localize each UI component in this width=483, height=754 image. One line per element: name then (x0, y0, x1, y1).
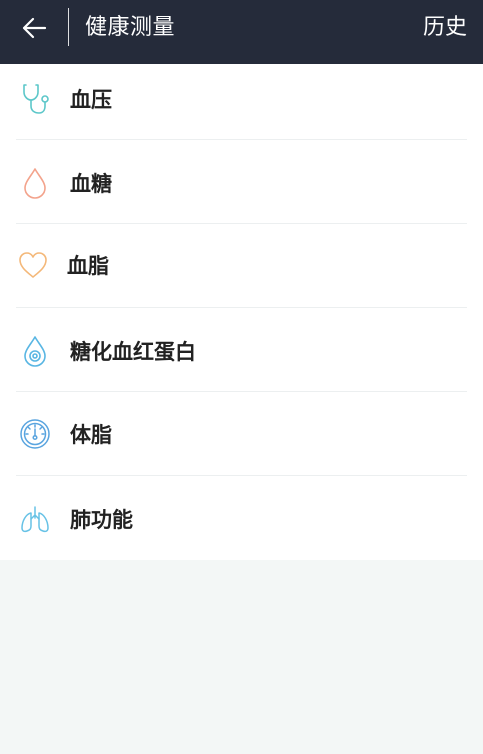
list-item-body-fat[interactable]: 体脂 (0, 392, 483, 476)
page-title: 健康测量 (85, 15, 176, 40)
lungs-icon (18, 502, 52, 536)
blood-drop-icon (18, 166, 52, 200)
list-item-label: 糖化血红蛋白 (70, 340, 196, 364)
list-item-lung-function[interactable]: 肺功能 (0, 476, 483, 560)
measurement-list: 血压 血糖 血脂 糖化血红蛋白 体脂 肺功能 (0, 64, 483, 560)
header-divider (68, 8, 69, 46)
list-item-hba1c[interactable]: 糖化血红蛋白 (0, 308, 483, 392)
list-item-blood-lipid[interactable]: 血脂 (0, 224, 483, 308)
arrow-left-icon (22, 17, 47, 39)
list-item-blood-pressure[interactable]: 血压 (0, 64, 483, 140)
history-button[interactable]: 历史 (423, 14, 467, 42)
drop-target-icon (18, 334, 52, 368)
app-header: 健康测量 历史 (0, 0, 483, 64)
heart-icon (16, 248, 50, 282)
back-button[interactable] (14, 10, 54, 46)
list-item-label: 血糖 (70, 172, 112, 196)
stethoscope-icon (18, 82, 52, 116)
list-item-label: 血脂 (67, 254, 109, 278)
list-item-blood-sugar[interactable]: 血糖 (0, 140, 483, 224)
gauge-icon (18, 417, 52, 451)
list-item-label: 体脂 (70, 423, 112, 447)
list-item-label: 肺功能 (70, 508, 133, 532)
list-item-label: 血压 (70, 88, 112, 112)
